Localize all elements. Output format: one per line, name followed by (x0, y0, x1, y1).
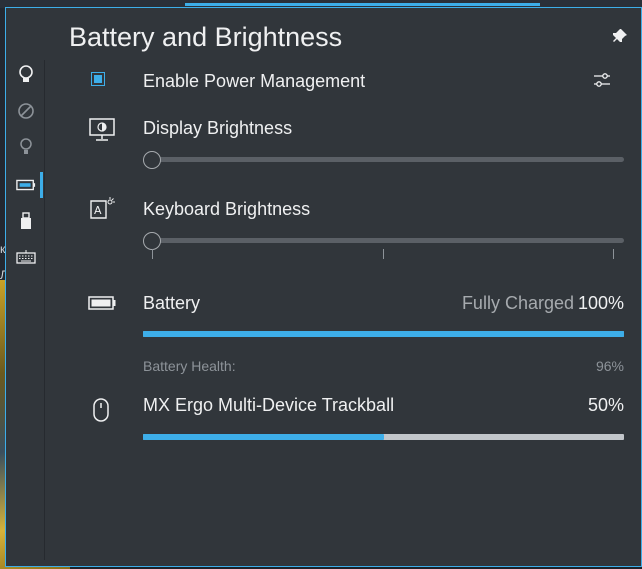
checkbox-check-mark (94, 75, 102, 83)
display-brightness-slider-handle[interactable] (143, 151, 161, 169)
device-battery-percent: 50% (587, 395, 624, 415)
configure-icon[interactable] (592, 70, 612, 90)
device-charge-bar (143, 434, 624, 440)
no-disturb-icon[interactable] (16, 100, 36, 122)
display-brightness-label: Display Brightness (143, 118, 293, 138)
battery-health-label: Battery Health: (143, 358, 236, 374)
device-label: MX Ergo Multi-Device Trackball (143, 395, 395, 415)
power-management-label: Enable Power Management (143, 71, 366, 91)
keyboard-brightness-slider[interactable] (152, 238, 624, 243)
display-brightness-slider[interactable] (152, 157, 624, 162)
lightbulb-icon[interactable] (16, 64, 36, 86)
popup-title: Battery and Brightness (69, 22, 343, 52)
pin-icon[interactable] (612, 28, 628, 44)
desktop-active-task-indicator (185, 3, 540, 6)
keyboard-icon[interactable] (16, 246, 36, 268)
battery-brightness-popup: Battery and Brightness Enable Power Mana… (5, 7, 642, 567)
keyboard-brightness-slider-handle[interactable] (143, 232, 161, 250)
battery-label: Battery (143, 293, 201, 313)
battery-full-icon (87, 292, 117, 314)
svg-text:A: A (94, 204, 102, 217)
battery-status: Fully Charged (461, 293, 574, 313)
lightbulb-dim-icon[interactable] (16, 136, 36, 158)
battery-health-value: 96% (595, 358, 624, 374)
applet-sidebar (6, 60, 45, 560)
device-charge-bar-fill (143, 434, 384, 440)
battery-icon[interactable] (16, 174, 36, 196)
power-management-checkbox[interactable] (91, 72, 105, 86)
slider-tick (613, 249, 614, 259)
battery-charge-bar (143, 331, 624, 337)
battery-percent: 100% (577, 293, 624, 313)
slider-tick (383, 249, 384, 259)
display-brightness-icon (87, 116, 117, 144)
keyboard-brightness-label: Keyboard Brightness (143, 199, 311, 219)
slider-tick (152, 249, 153, 259)
keyboard-brightness-icon: A (88, 195, 116, 223)
mouse-icon (91, 396, 111, 424)
battery-charge-bar-fill (143, 331, 624, 337)
active-item-indicator (40, 172, 43, 198)
usb-drive-icon[interactable] (16, 210, 36, 232)
